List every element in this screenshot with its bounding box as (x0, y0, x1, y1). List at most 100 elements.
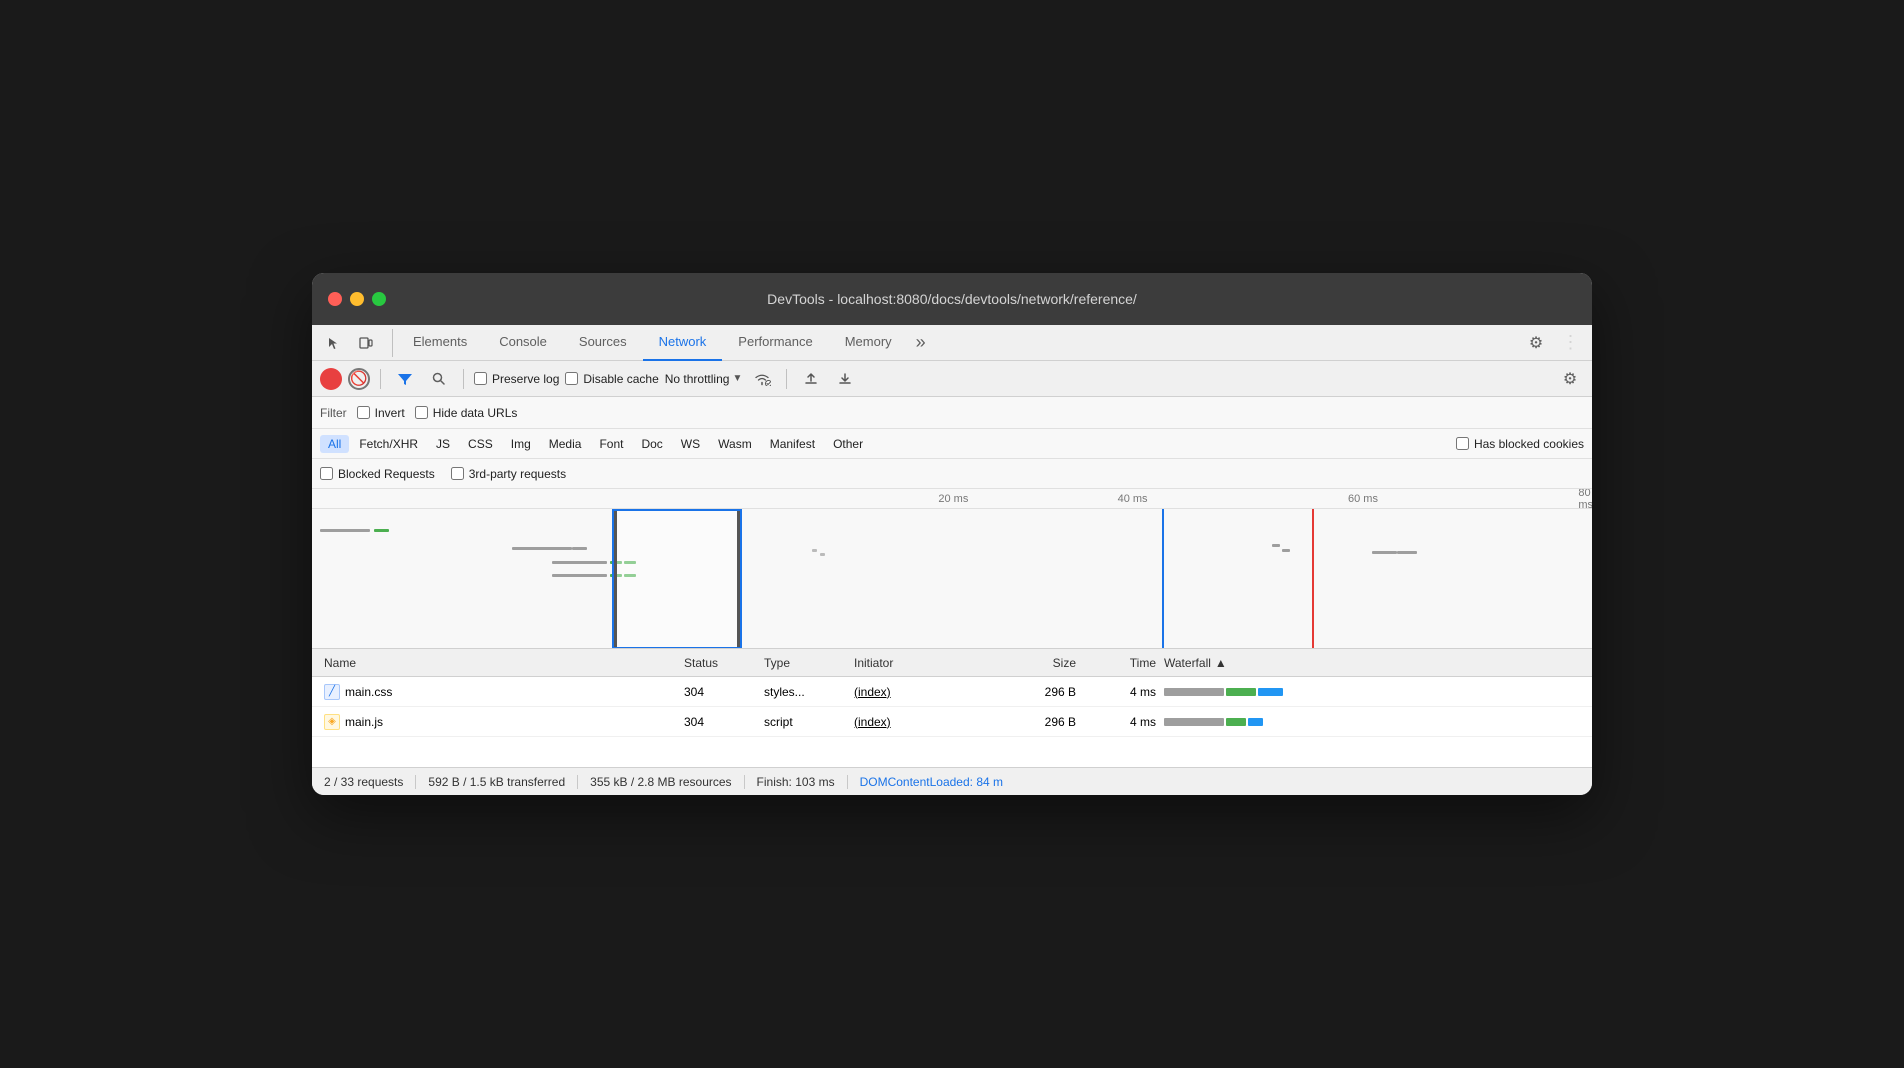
waterfall-bar-js (1164, 716, 1263, 728)
settings-icon[interactable]: ⚙ (1522, 329, 1550, 357)
clear-button[interactable]: 🚫 (348, 368, 370, 390)
col-header-type[interactable]: Type (760, 656, 850, 670)
filter-manifest[interactable]: Manifest (762, 435, 823, 453)
wifi-settings-icon[interactable] (748, 365, 776, 393)
filter-other[interactable]: Other (825, 435, 871, 453)
blocked-requests-checkbox[interactable] (320, 467, 333, 480)
empty-table-area (312, 737, 1592, 767)
invert-label[interactable]: Invert (357, 406, 405, 420)
traffic-lights (328, 292, 386, 306)
css-file-icon: ╱ (324, 684, 340, 700)
ruler-80ms: 80 ms (1578, 489, 1592, 511)
separator-1 (380, 369, 381, 389)
sb-dom-content-loaded: DOMContentLoaded: 84 m (848, 775, 1015, 789)
sb-resources: 355 kB / 2.8 MB resources (578, 775, 744, 789)
filter-css[interactable]: CSS (460, 435, 501, 453)
wf-bar-green-js (1226, 718, 1246, 726)
filter-font[interactable]: Font (591, 435, 631, 453)
waterfall-bars-area (312, 509, 1592, 649)
top-toolbar: Elements Console Sources Network Perform… (312, 325, 1592, 361)
ruler-40ms: 40 ms (1118, 493, 1148, 505)
tab-console[interactable]: Console (483, 325, 563, 361)
tab-memory[interactable]: Memory (829, 325, 908, 361)
filter-icon[interactable] (391, 365, 419, 393)
row-status-js: 304 (680, 715, 760, 729)
ruler-60ms: 60 ms (1348, 493, 1378, 505)
close-button[interactable] (328, 292, 342, 306)
invert-checkbox[interactable] (357, 406, 370, 419)
mini-bar-2 (374, 529, 389, 532)
col-header-name[interactable]: Name (320, 656, 680, 670)
tab-performance[interactable]: Performance (722, 325, 828, 361)
disable-cache-label[interactable]: Disable cache (565, 372, 658, 386)
record-button[interactable] (320, 368, 342, 390)
selection-handle-left[interactable] (614, 511, 617, 647)
wf-bar-gray-js (1164, 718, 1224, 726)
export-icon[interactable] (831, 365, 859, 393)
more-options-icon[interactable]: ⋮ (1556, 329, 1584, 357)
blocked-requests-bar: Blocked Requests 3rd-party requests (312, 459, 1592, 489)
third-party-label[interactable]: 3rd-party requests (451, 467, 566, 481)
wf-bar-blue-css (1258, 688, 1283, 696)
col-header-status[interactable]: Status (680, 656, 760, 670)
filter-img[interactable]: Img (503, 435, 539, 453)
sb-finish: Finish: 103 ms (745, 775, 848, 789)
import-icon[interactable] (797, 365, 825, 393)
blocked-requests-label[interactable]: Blocked Requests (320, 467, 435, 481)
minimize-button[interactable] (350, 292, 364, 306)
disable-cache-checkbox[interactable] (565, 372, 578, 385)
filter-all[interactable]: All (320, 435, 349, 453)
has-blocked-cookies-checkbox[interactable] (1456, 437, 1469, 450)
col-header-time[interactable]: Time (1080, 656, 1160, 670)
cursor-icon[interactable] (320, 329, 348, 357)
filter-media[interactable]: Media (541, 435, 590, 453)
table-row[interactable]: ◈ main.js 304 script (index) 296 B 4 ms (312, 707, 1592, 737)
mini-bar-1 (320, 529, 370, 532)
throttle-value: No throttling (665, 372, 730, 386)
search-icon[interactable] (425, 365, 453, 393)
maximize-button[interactable] (372, 292, 386, 306)
ruler-20ms: 20 ms (938, 493, 968, 505)
mini-bar-right-1 (1272, 544, 1280, 547)
col-header-initiator[interactable]: Initiator (850, 656, 1000, 670)
tab-network[interactable]: Network (643, 325, 723, 361)
filter-ws[interactable]: WS (673, 435, 708, 453)
row-name-css: ╱ main.css (320, 684, 680, 700)
preserve-log-checkbox[interactable] (474, 372, 487, 385)
third-party-checkbox[interactable] (451, 467, 464, 480)
mini-bar-right-3 (1372, 551, 1397, 554)
tab-elements[interactable]: Elements (397, 325, 483, 361)
hide-data-urls-label[interactable]: Hide data URLs (415, 406, 518, 420)
tabs-more-button[interactable]: » (908, 332, 934, 353)
filter-js[interactable]: JS (428, 435, 458, 453)
wf-bar-gray-css (1164, 688, 1224, 696)
mini-bar-right-4 (1397, 551, 1417, 554)
filter-fetch-xhr[interactable]: Fetch/XHR (351, 435, 426, 453)
network-settings-icon[interactable]: ⚙ (1556, 365, 1584, 393)
filter-wasm[interactable]: Wasm (710, 435, 760, 453)
hide-data-urls-checkbox[interactable] (415, 406, 428, 419)
preserve-log-label[interactable]: Preserve log (474, 372, 559, 386)
mini-bar-12 (820, 553, 825, 556)
waterfall-blue-line (1162, 509, 1164, 649)
initiator-link-css[interactable]: (index) (854, 685, 891, 699)
row-size-js: 296 B (1000, 715, 1080, 729)
device-toolbar-icon[interactable] (352, 329, 380, 357)
waterfall-overview: 20 ms 40 ms 60 ms 80 ms 100 ms (312, 489, 1592, 649)
row-initiator-css: (index) (850, 685, 1000, 699)
col-header-waterfall[interactable]: Waterfall ▲ (1160, 656, 1584, 670)
tab-sources[interactable]: Sources (563, 325, 643, 361)
waterfall-selection[interactable] (612, 509, 742, 649)
filter-doc[interactable]: Doc (633, 435, 670, 453)
row-type-js: script (760, 715, 850, 729)
row-time-js: 4 ms (1080, 715, 1160, 729)
has-blocked-cookies-label[interactable]: Has blocked cookies (1456, 437, 1584, 451)
sb-requests: 2 / 33 requests (324, 775, 416, 789)
throttle-control: No throttling ▼ (665, 372, 743, 386)
toolbar-icons (320, 329, 393, 357)
initiator-link-js[interactable]: (index) (854, 715, 891, 729)
table-row[interactable]: ╱ main.css 304 styles... (index) 296 B 4… (312, 677, 1592, 707)
throttle-dropdown-icon[interactable]: ▼ (732, 373, 742, 384)
selection-handle-right[interactable] (737, 511, 740, 647)
col-header-size[interactable]: Size (1000, 656, 1080, 670)
